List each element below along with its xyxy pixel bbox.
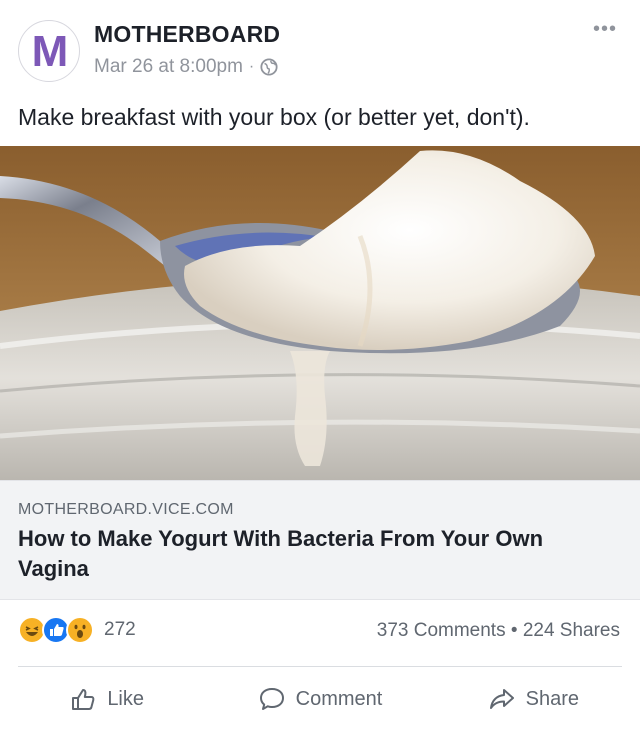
share-arrow-icon [489, 689, 514, 709]
yogurt-spoon-photo [0, 146, 640, 480]
page-name[interactable]: MOTHERBOARD [94, 21, 280, 48]
comment-icon [259, 688, 284, 710]
engagement-counts: 373 Comments • 224 Shares [377, 620, 620, 642]
meta-separator: · [248, 58, 255, 75]
comment-label: Comment [295, 687, 383, 710]
post-image[interactable] [0, 146, 640, 480]
action-bar: Like Comment Share [0, 668, 640, 730]
like-button[interactable]: Like [0, 668, 213, 730]
avatar-letter: M [31, 27, 69, 76]
link-title[interactable]: How to Make Yogurt With Bacteria From Yo… [18, 524, 618, 584]
reactions-summary[interactable]: 272 [18, 616, 136, 644]
action-divider [18, 666, 622, 667]
link-domain: MOTHERBOARD.VICE.COM [18, 501, 234, 518]
globe-icon [260, 58, 278, 76]
comment-button[interactable]: Comment [213, 668, 426, 730]
comments-count[interactable]: 373 Comments [377, 620, 506, 641]
shares-count[interactable]: 224 Shares [523, 620, 620, 641]
share-label: Share [525, 687, 579, 710]
reaction-count: 272 [104, 619, 136, 640]
post-timestamp[interactable]: Mar 26 at 8:00pm [94, 56, 243, 78]
share-button[interactable]: Share [427, 668, 640, 730]
facebook-post: M MOTHERBOARD Mar 26 at 8:00pm · ••• Mak… [0, 0, 640, 737]
like-label: Like [107, 687, 145, 710]
wow-reaction-icon [66, 616, 94, 644]
more-options-icon[interactable]: ••• [590, 19, 620, 39]
link-preview[interactable]: MOTHERBOARD.VICE.COM How to Make Yogurt … [0, 480, 640, 600]
post-caption: Make breakfast with your box (or better … [18, 104, 530, 130]
counts-separator: • [510, 620, 518, 641]
thumbs-up-icon [72, 689, 95, 710]
page-avatar[interactable]: M [18, 20, 80, 82]
post-meta: Mar 26 at 8:00pm · [94, 56, 278, 78]
